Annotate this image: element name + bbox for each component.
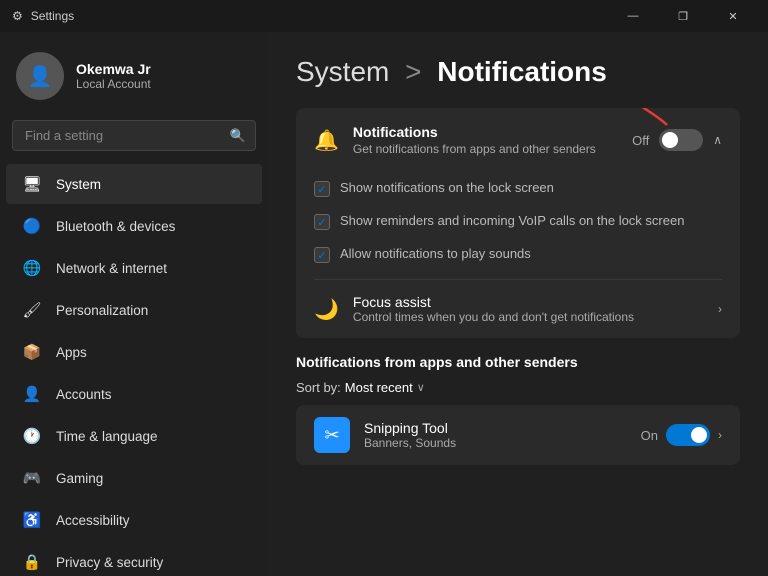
- sidebar-item-label: Gaming: [56, 471, 103, 486]
- notifications-right: Off ∧: [632, 129, 722, 151]
- network-icon: 🌐: [22, 258, 42, 278]
- focus-icon: 🌙: [314, 297, 339, 322]
- toggle-thumb: [662, 132, 678, 148]
- maximize-button[interactable]: ❐: [660, 0, 706, 32]
- notifications-toggle[interactable]: [659, 129, 703, 151]
- sidebar-item-privacy[interactable]: 🔒 Privacy & security: [6, 542, 262, 576]
- minimize-button[interactable]: —: [610, 0, 656, 32]
- user-name: Okemwa Jr: [76, 61, 151, 77]
- sub-option-label: Allow notifications to play sounds: [340, 246, 531, 261]
- avatar: 👤: [16, 52, 64, 100]
- sidebar-item-label: Time & language: [56, 429, 158, 444]
- sidebar-item-label: Network & internet: [56, 261, 167, 276]
- accessibility-icon: ♿: [22, 510, 42, 530]
- app-body: 👤 Okemwa Jr Local Account 🔍 🖥 System 🔵 B…: [0, 32, 768, 576]
- breadcrumb-sep: >: [405, 56, 421, 87]
- settings-icon: ⚙: [12, 9, 23, 23]
- sidebar-item-label: Apps: [56, 345, 87, 360]
- sort-label: Sort by:: [296, 380, 341, 395]
- sidebar: 👤 Okemwa Jr Local Account 🔍 🖥 System 🔵 B…: [0, 32, 268, 576]
- focus-title: Focus assist: [353, 294, 704, 310]
- system-icon: 🖥: [22, 174, 42, 194]
- titlebar-controls: — ❐ ✕: [610, 0, 756, 32]
- sidebar-item-bluetooth[interactable]: 🔵 Bluetooth & devices: [6, 206, 262, 246]
- sidebar-item-label: Accessibility: [56, 513, 130, 528]
- notifications-title: Notifications: [353, 124, 618, 140]
- bell-icon: 🔔: [314, 128, 339, 153]
- privacy-icon: 🔒: [22, 552, 42, 572]
- titlebar: ⚙ Settings — ❐ ✕: [0, 0, 768, 32]
- titlebar-title: Settings: [31, 9, 74, 23]
- sidebar-item-label: Personalization: [56, 303, 148, 318]
- sub-option-reminders: Show reminders and incoming VoIP calls o…: [314, 205, 722, 238]
- sidebar-item-label: System: [56, 177, 101, 192]
- app-type: Banners, Sounds: [364, 436, 627, 450]
- checkbox-lock-screen[interactable]: [314, 181, 330, 197]
- chevron-up-icon[interactable]: ∧: [713, 133, 722, 147]
- sub-options: Show notifications on the lock screen Sh…: [296, 172, 740, 279]
- time-icon: 🕐: [22, 426, 42, 446]
- content-area: System > Notifications 🔔 Notifications G…: [268, 32, 768, 576]
- app-name: Snipping Tool: [364, 420, 627, 436]
- sidebar-item-apps[interactable]: 📦 Apps: [6, 332, 262, 372]
- app-icon: ✂: [314, 417, 350, 453]
- sidebar-item-accessibility[interactable]: ♿ Accessibility: [6, 500, 262, 540]
- sub-option-lock-screen: Show notifications on the lock screen: [314, 172, 722, 205]
- notifications-subtitle: Get notifications from apps and other se…: [353, 142, 618, 156]
- app-toggle-label: On: [641, 428, 658, 443]
- sidebar-item-network[interactable]: 🌐 Network & internet: [6, 248, 262, 288]
- toggle-thumb: [691, 427, 707, 443]
- sidebar-item-time[interactable]: 🕐 Time & language: [6, 416, 262, 456]
- search-box: 🔍: [12, 120, 256, 151]
- sub-option-label: Show reminders and incoming VoIP calls o…: [340, 213, 684, 228]
- focus-text: Focus assist Control times when you do a…: [353, 294, 704, 324]
- section-header: Notifications from apps and other sender…: [296, 354, 740, 370]
- app-toggle[interactable]: [666, 424, 710, 446]
- notifications-main-row: 🔔 Notifications Get notifications from a…: [296, 108, 740, 172]
- checkbox-reminders[interactable]: [314, 214, 330, 230]
- close-button[interactable]: ✕: [710, 0, 756, 32]
- breadcrumb-system: System: [296, 56, 389, 87]
- sidebar-item-personalization[interactable]: 🖌 Personalization: [6, 290, 262, 330]
- focus-subtitle: Control times when you do and don't get …: [353, 310, 704, 324]
- sidebar-item-label: Privacy & security: [56, 555, 163, 570]
- titlebar-left: ⚙ Settings: [12, 9, 74, 23]
- user-profile[interactable]: 👤 Okemwa Jr Local Account: [0, 32, 268, 116]
- page-header: System > Notifications: [296, 56, 740, 88]
- notifications-text: Notifications Get notifications from app…: [353, 124, 618, 156]
- apps-icon: 📦: [22, 342, 42, 362]
- account-type: Local Account: [76, 77, 151, 91]
- search-icon: 🔍: [230, 128, 246, 144]
- sort-chevron-icon[interactable]: ∨: [417, 381, 425, 394]
- sidebar-item-accounts[interactable]: 👤 Accounts: [6, 374, 262, 414]
- checkbox-sounds[interactable]: [314, 247, 330, 263]
- bluetooth-icon: 🔵: [22, 216, 42, 236]
- personalization-icon: 🖌: [22, 300, 42, 320]
- app-chevron-right-icon: ›: [718, 428, 722, 442]
- breadcrumb-current: Notifications: [437, 56, 607, 87]
- gaming-icon: 🎮: [22, 468, 42, 488]
- sub-option-label: Show notifications on the lock screen: [340, 180, 554, 195]
- sort-value: Most recent: [345, 380, 413, 395]
- app-info: Snipping Tool Banners, Sounds: [364, 420, 627, 450]
- search-input[interactable]: [12, 120, 256, 151]
- app-right: On ›: [641, 424, 722, 446]
- focus-assist-row[interactable]: 🌙 Focus assist Control times when you do…: [296, 280, 740, 338]
- app-row: ✂ Snipping Tool Banners, Sounds On ›: [296, 405, 740, 465]
- accounts-icon: 👤: [22, 384, 42, 404]
- sort-row: Sort by: Most recent ∨: [296, 380, 740, 395]
- sidebar-item-label: Accounts: [56, 387, 112, 402]
- sidebar-item-system[interactable]: 🖥 System: [6, 164, 262, 204]
- sub-option-sounds: Allow notifications to play sounds: [314, 238, 722, 271]
- notifications-card: 🔔 Notifications Get notifications from a…: [296, 108, 740, 338]
- chevron-right-icon: ›: [718, 302, 722, 316]
- sidebar-item-label: Bluetooth & devices: [56, 219, 175, 234]
- toggle-state-label: Off: [632, 133, 649, 148]
- user-info: Okemwa Jr Local Account: [76, 61, 151, 91]
- sidebar-item-gaming[interactable]: 🎮 Gaming: [6, 458, 262, 498]
